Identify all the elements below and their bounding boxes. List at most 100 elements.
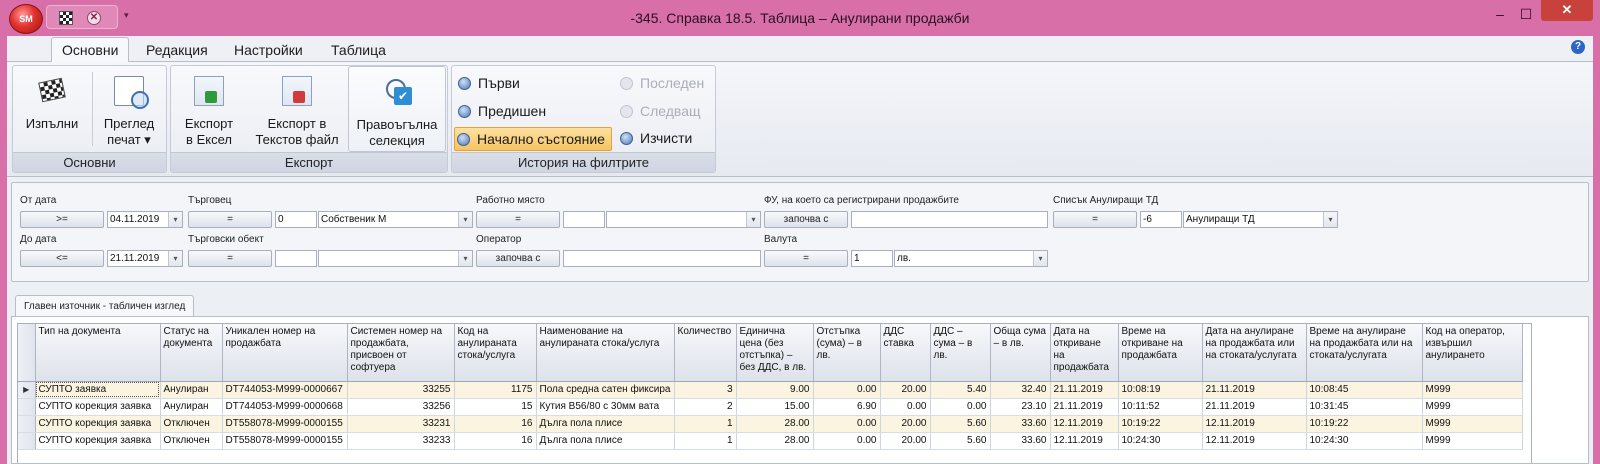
chevron-down-icon[interactable]: ▾ [1033,251,1047,266]
chevron-down-icon[interactable]: ▾ [746,212,760,227]
trade-object-name-combo[interactable]: ▾ [318,250,473,267]
table-cell[interactable]: 33231 [347,415,455,433]
chevron-down-icon[interactable]: ▾ [458,212,472,227]
export-text-button[interactable]: Експорт в Текстов файл [247,66,347,152]
cancel-list-name-combo[interactable]: Анулиращи ТД ▾ [1183,211,1338,228]
trader-operator-button[interactable]: = [188,211,272,228]
help-icon[interactable]: ? [1571,40,1585,54]
table-row[interactable]: ▶ СУПТО заявка Анулиран DT744053-M999-00006… [18,381,1523,399]
table-cell[interactable]: 10:19:22 [1118,415,1203,433]
column-header[interactable]: Тип на документа [35,324,161,382]
workplace-code-field[interactable] [563,211,605,228]
table-cell[interactable]: СУПТО корекция заявка [35,432,161,450]
table-cell[interactable]: DT558078-M999-0000155 [222,432,348,450]
table-cell[interactable]: M999 [1422,415,1523,433]
maximize-button[interactable]: ☐ [1514,6,1538,23]
table-cell[interactable]: 0.00 [813,415,881,433]
cancel-list-operator-button[interactable]: = [1053,211,1137,228]
history-first-button[interactable]: Първи [456,72,520,96]
table-cell[interactable]: Анулиран [160,381,223,399]
table-cell[interactable]: 21.11.2019 [1050,381,1119,399]
table-cell[interactable]: 33233 [347,432,455,450]
tab-redaktsia[interactable]: Редакция [136,41,218,62]
table-row[interactable]: СУПТО корекция заявка Отключен DT558078-M9… [18,432,1523,450]
table-cell[interactable]: 32.40 [990,381,1051,399]
history-last-button[interactable]: Последен [618,72,704,96]
table-cell[interactable]: M999 [1422,381,1523,399]
column-header[interactable]: Единична цена (без отстъпка) – без ДДС, … [736,324,814,382]
column-header[interactable]: Статус на документа [160,324,223,382]
table-cell[interactable]: 12.11.2019 [1202,415,1307,433]
table-cell[interactable]: 1 [674,415,737,433]
currency-code-field[interactable]: 1 [851,250,893,267]
history-next-button[interactable]: Следващ [618,100,701,124]
table-cell[interactable]: 12.11.2019 [1202,432,1307,450]
table-cell[interactable]: 0.00 [930,398,991,416]
column-header[interactable]: Време на анулиране на продажбата или на … [1306,324,1423,382]
table-cell[interactable]: 0.00 [880,398,931,416]
from-date-operator-button[interactable]: >= [20,211,104,228]
table-cell[interactable]: 20.00 [880,381,931,399]
table-cell[interactable]: 23.10 [990,398,1051,416]
table-cell[interactable]: 21.11.2019 [1202,381,1307,399]
column-header[interactable]: ДДС ставка [880,324,931,382]
table-cell[interactable]: M999 [1422,398,1523,416]
workplace-name-combo[interactable]: ▾ [606,211,761,228]
column-header[interactable]: ДДС – сума – в лв. [930,324,991,382]
table-cell[interactable]: 20.00 [880,415,931,433]
close-button[interactable]: ✕ [1541,0,1593,21]
data-grid[interactable]: Тип на документа Статус на документа Уника… [17,323,1532,463]
column-header[interactable]: Отстъпка (сума) – в лв. [813,324,881,382]
table-cell[interactable]: 10:31:45 [1306,398,1423,416]
table-cell[interactable]: 5.40 [930,381,991,399]
tab-osnovni[interactable]: Основни [51,37,130,63]
column-header[interactable]: Количество [674,324,737,382]
table-cell[interactable]: 0.00 [813,381,881,399]
table-cell[interactable]: 12.11.2019 [1050,432,1119,450]
column-header[interactable]: Дата на откриване на продажбата [1050,324,1119,382]
rectangular-selection-button[interactable]: Правоъгълна селекция [348,66,446,152]
table-cell[interactable]: 33.60 [990,432,1051,450]
export-excel-button[interactable]: Експорт в Ексел [173,66,245,152]
workplace-operator-button[interactable]: = [476,211,560,228]
print-preview-button[interactable]: Преглед печат ▾ [93,66,165,152]
table-cell[interactable]: M999 [1422,432,1523,450]
history-clear-button[interactable]: Изчисти [618,127,692,151]
cancel-list-code-field[interactable]: -6 [1140,211,1182,228]
currency-operator-button[interactable]: = [764,250,848,267]
table-cell[interactable]: 10:24:30 [1306,432,1423,450]
column-header[interactable]: Обща сума – в лв. [990,324,1051,382]
tab-nastroiki[interactable]: Настройки [224,41,313,62]
minimize-button[interactable]: – [1488,6,1512,22]
table-cell[interactable]: 1 [674,432,737,450]
column-header[interactable]: Дата на анулиране на продажбата или на с… [1202,324,1307,382]
chevron-down-icon[interactable]: ▾ [168,212,182,227]
table-cell[interactable]: 1175 [454,381,537,399]
row-indicator[interactable] [18,398,36,416]
table-cell[interactable]: 0.00 [813,432,881,450]
tab-tablitsa[interactable]: Таблица [321,41,396,62]
table-cell[interactable]: 5.60 [930,415,991,433]
table-cell[interactable]: Отключен [160,415,223,433]
fu-field[interactable] [851,211,1048,228]
table-cell[interactable]: 6.90 [813,398,881,416]
trade-object-operator-button[interactable]: = [188,250,272,267]
chevron-down-icon[interactable]: ▾ [1323,212,1337,227]
table-cell[interactable]: 21.11.2019 [1050,398,1119,416]
tab-main-source-table-view[interactable]: Главен източник - табличен изглед [15,295,195,317]
table-cell[interactable]: 20.00 [880,432,931,450]
trader-code-field[interactable]: 0 [275,211,317,228]
column-header[interactable]: Системен номер на продажбата, присвоен о… [347,324,455,382]
table-cell[interactable]: СУПТО корекция заявка [35,415,161,433]
table-cell[interactable]: СУПТО корекция заявка [35,398,161,416]
table-cell[interactable]: DT558078-M999-0000155 [222,415,348,433]
table-cell[interactable]: 33.60 [990,415,1051,433]
history-previous-button[interactable]: Предишен [456,100,546,124]
to-date-operator-button[interactable]: <= [20,250,104,267]
row-indicator[interactable]: ▶ [18,381,36,399]
table-cell[interactable]: 16 [454,432,537,450]
table-cell[interactable]: Пола средна сатен фиксира [536,381,675,399]
table-cell[interactable]: Анулиран [160,398,223,416]
history-initial-state-button[interactable]: Начално състояние [454,127,612,151]
table-cell[interactable]: 16 [454,415,537,433]
